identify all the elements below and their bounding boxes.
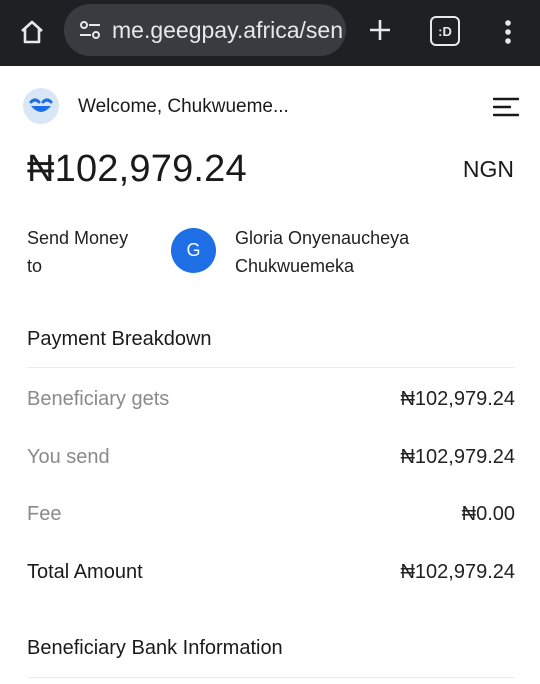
- site-settings-icon[interactable]: [78, 18, 102, 42]
- recipient-name: Gloria Onyenaucheya Chukwuemeka: [235, 224, 485, 280]
- breakdown-row-you-send: You send ₦102,979.24: [27, 442, 515, 472]
- tab-switcher-label: :D: [438, 23, 452, 39]
- send-money-label-line1: Send Money: [27, 228, 129, 248]
- url-text[interactable]: me.geegpay.africa/sen: [112, 17, 343, 44]
- recipient-avatar: G: [171, 228, 216, 273]
- wallet-balance: ₦102,979.24: [27, 148, 247, 190]
- welcome-text: Welcome, Chukwueme...: [78, 96, 289, 117]
- recipient-name-line1: Gloria Onyenaucheya: [235, 228, 410, 248]
- payment-breakdown-title: Payment Breakdown: [27, 328, 212, 350]
- recipient-name-line2: Chukwuemeka: [235, 256, 355, 276]
- divider: [27, 677, 515, 678]
- breakdown-value: ₦102,979.24: [400, 445, 515, 468]
- brand-logo[interactable]: [23, 88, 59, 124]
- breakdown-row-beneficiary-gets: Beneficiary gets ₦102,979.24: [27, 384, 515, 414]
- breakdown-row-total-amount: Total Amount ₦102,979.24: [27, 557, 515, 587]
- app-header: Welcome, Chukwueme...: [0, 84, 540, 130]
- more-vertical-icon: [505, 20, 511, 44]
- breakdown-value: ₦102,979.24: [400, 560, 515, 583]
- address-bar[interactable]: me.geegpay.africa/sen: [64, 4, 346, 56]
- breakdown-label: You send: [27, 445, 110, 468]
- plus-icon: [370, 20, 390, 40]
- send-money-label: Send Money to: [27, 224, 157, 280]
- browser-menu-button[interactable]: [496, 14, 520, 50]
- breakdown-value: ₦0.00: [461, 502, 515, 525]
- new-tab-button[interactable]: [364, 12, 396, 48]
- breakdown-label: Total Amount: [27, 560, 143, 583]
- browser-toolbar: me.geegpay.africa/sen :D: [0, 0, 540, 66]
- breakdown-label: Fee: [27, 502, 62, 525]
- send-money-label-line2: to: [27, 256, 43, 276]
- home-button[interactable]: [14, 14, 50, 50]
- breakdown-value: ₦102,979.24: [400, 387, 515, 410]
- home-icon: [21, 20, 43, 44]
- beneficiary-bank-title: Beneficiary Bank Information: [27, 637, 283, 659]
- divider: [27, 367, 515, 368]
- smile-logo-icon: [29, 98, 53, 112]
- currency-code: NGN: [462, 156, 514, 182]
- breakdown-label: Beneficiary gets: [27, 387, 170, 410]
- menu-icon[interactable]: [492, 96, 520, 118]
- recipient-initial: G: [186, 240, 201, 260]
- tab-switcher-button[interactable]: :D: [430, 16, 460, 46]
- breakdown-row-fee: Fee ₦0.00: [27, 499, 515, 529]
